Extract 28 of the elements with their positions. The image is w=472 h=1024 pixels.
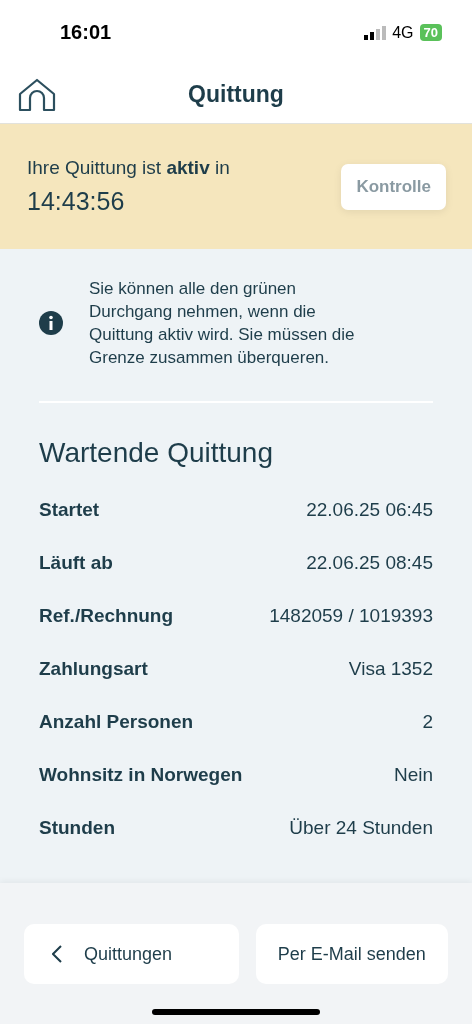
network-type: 4G (392, 23, 414, 42)
detail-value: Visa 1352 (348, 658, 433, 680)
detail-value: 22.06.25 08:45 (306, 552, 433, 574)
detail-label: Startet (39, 499, 100, 521)
detail-label: Läuft ab (39, 552, 113, 574)
detail-value: 2 (422, 711, 433, 733)
signal-icon (364, 25, 387, 40)
status-time: 16:01 (60, 21, 112, 44)
detail-value: 1482059 / 1019393 (269, 605, 433, 627)
email-button[interactable]: Per E-Mail senden (255, 924, 448, 984)
chevron-left-icon (52, 945, 62, 963)
page-title: Quittung (188, 80, 284, 108)
detail-label: Wohnsitz in Norwegen (39, 764, 243, 786)
countdown: 14:43:56 (27, 187, 126, 216)
battery-level: 70 (419, 24, 442, 41)
detail-value: Nein (393, 764, 433, 786)
home-icon[interactable] (18, 78, 56, 112)
detail-value: 22.06.25 06:45 (306, 499, 433, 521)
info-text: Sie können alle den grünen Durchgang nehmen, wenn die Quittung aktiv wird. Sie müssen die Grenze zusammen überqueren. (89, 278, 356, 369)
detail-label: Ref./Rechnung (39, 605, 174, 627)
detail-label: Anzahl Personen (39, 711, 194, 733)
detail-value: Über 24 Stunden (289, 817, 433, 839)
detail-label: Stunden (39, 817, 115, 839)
banner-text: Ihre Quittung ist aktiv in (27, 157, 230, 179)
section-title: Wartende Quittung (39, 437, 274, 469)
info-icon (39, 311, 63, 335)
back-button[interactable]: Quittungen (24, 924, 239, 984)
detail-label: Zahlungsart (39, 658, 148, 680)
